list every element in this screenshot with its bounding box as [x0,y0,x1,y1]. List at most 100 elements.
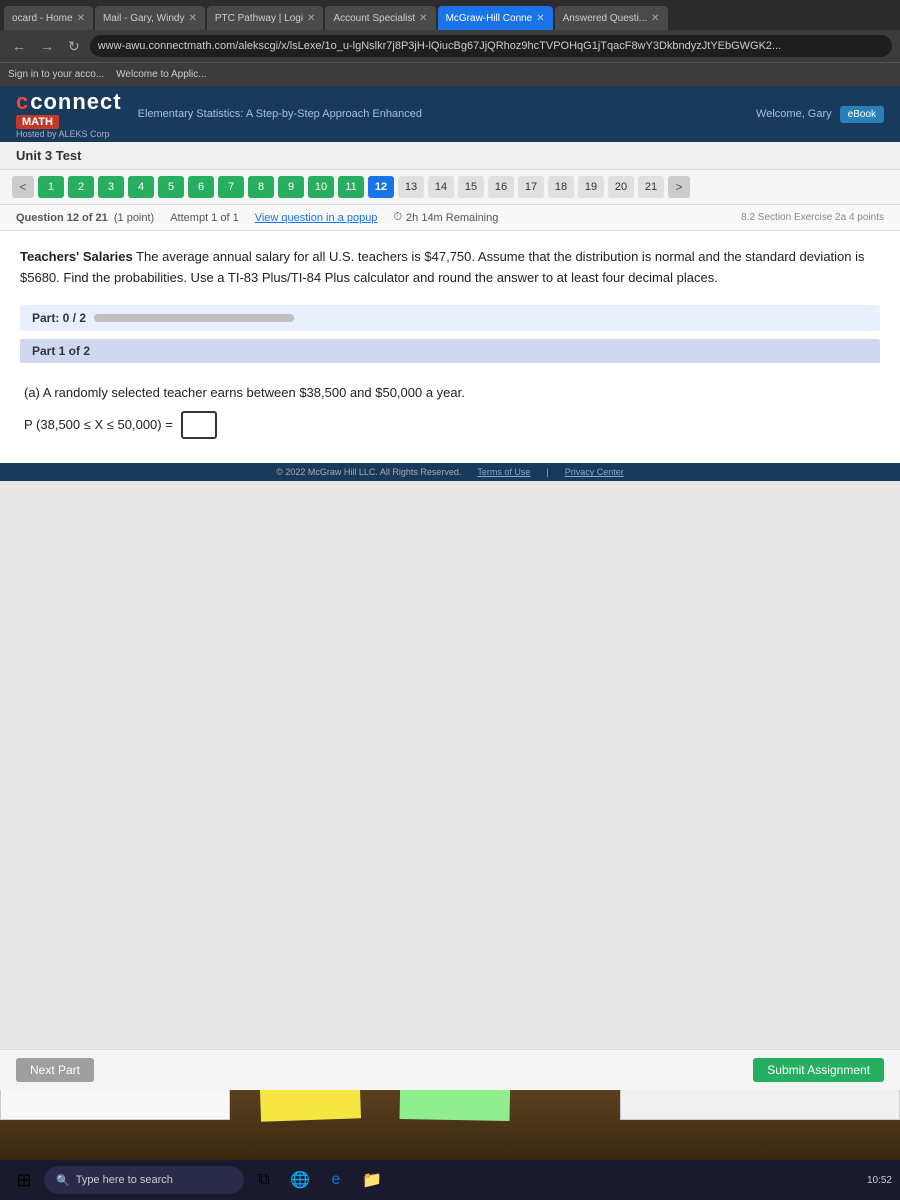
search-label: Type here to search [76,1174,173,1186]
logo-connect-text: connect [30,89,121,115]
submit-button[interactable]: Submit Assignment [753,1058,884,1082]
tab-mail[interactable]: Mail - Gary, Windy ✕ [95,6,205,30]
connect-logo: c connect MATH Hosted by ALEKS Corp [16,89,122,139]
q-num-18[interactable]: 18 [548,176,574,198]
taskbar: ⊞ 🔍 Type here to search ⧉ 🌐 e 📁 10:52 [0,1160,900,1200]
vital-records-col: VITAL RECORDS VR24001-0 BIRTH/DEATH CERT… [625,1090,895,1115]
sticky-note-radio: 102.9 FM 1090 AM [259,1090,361,1122]
part-progress-bar [94,314,294,322]
nav-arrow-right[interactable]: > [668,176,690,198]
reload-button[interactable]: ↻ [64,36,84,57]
page-content: c connect MATH Hosted by ALEKS Corp Elem… [0,86,900,1090]
bookmark-signin[interactable]: Sign in to your acco... [8,69,104,80]
question-body: Teachers' Salaries The average annual sa… [0,231,900,463]
clock-icon: ⏱ [393,211,402,224]
tab-bar: ocard - Home ✕ Mail - Gary, Windy ✕ PTC … [0,0,900,30]
close-tab-icon[interactable]: ✕ [651,13,659,24]
terms-link[interactable]: Terms of Use [477,467,530,477]
ebook-button[interactable]: eBook [840,106,884,123]
logo-c-icon: c [16,89,28,115]
close-tab-icon[interactable]: ✕ [188,13,196,24]
q-num-6[interactable]: 6 [188,176,214,198]
q-num-8[interactable]: 8 [248,176,274,198]
taskbar-files[interactable]: 📁 [356,1164,388,1196]
sticky-note-env: Environmental (227) 5915 [400,1090,511,1121]
taskbar-browser[interactable]: 🌐 [284,1164,316,1196]
q-num-21[interactable]: 21 [638,176,664,198]
question-navigator: < 1 2 3 4 5 6 7 8 9 10 11 12 13 14 15 16… [0,170,900,205]
q-num-17[interactable]: 17 [518,176,544,198]
header-right: Welcome, Gary eBook [756,106,884,123]
close-tab-icon[interactable]: ✕ [77,13,85,24]
desk-area: 18-2029 Birth: 2004-Present Death: 2005-… [0,1090,900,1160]
bottom-bar: Next Part Submit Assignment [0,1049,900,1090]
back-button[interactable]: ← [8,36,30,56]
bookmark-welcome[interactable]: Welcome to Applic... [116,69,206,80]
q-num-7[interactable]: 7 [218,176,244,198]
part-section-label: Part 1 of 2 [20,339,880,363]
forward-button[interactable]: → [36,36,58,56]
taskbar-edge[interactable]: e [320,1164,352,1196]
tab-answered[interactable]: Answered Questi... ✕ [555,6,668,30]
sub-question-text: (a) A randomly selected teacher earns be… [24,383,876,404]
q-num-10[interactable]: 10 [308,176,334,198]
math-badge: MATH [16,115,59,129]
welcome-text: Welcome, Gary [756,108,832,120]
close-tab-icon[interactable]: ✕ [419,13,427,24]
q-num-15[interactable]: 15 [458,176,484,198]
unit-label: Unit 3 Test [0,142,900,170]
q-num-20[interactable]: 20 [608,176,634,198]
app-subtitle: Elementary Statistics: A Step-by-Step Ap… [138,108,740,120]
answer-input[interactable] [181,411,217,439]
q-num-5[interactable]: 5 [158,176,184,198]
taskbar-search-box[interactable]: 🔍 Type here to search [44,1166,244,1194]
q-num-11[interactable]: 11 [338,176,364,198]
part-bar: Part: 0 / 2 [20,305,880,331]
sub-question: (a) A randomly selected teacher earns be… [20,375,880,448]
tab-mcgraw[interactable]: McGraw-Hill Conne ✕ [438,6,553,30]
info-card: 18-2029 Birth: 2004-Present Death: 2005-… [0,1090,230,1120]
question-number-label: Question 12 of 21 (1 point) [16,212,154,224]
close-tab-icon[interactable]: ✕ [536,13,544,24]
copyright-text: © 2022 McGraw Hill LLC. All Rights Reser… [276,467,461,477]
q-num-14[interactable]: 14 [428,176,454,198]
tab-ocard[interactable]: ocard - Home ✕ [4,6,93,30]
q-num-1[interactable]: 1 [38,176,64,198]
view-popup-link[interactable]: View question in a popup [255,212,378,224]
question-title: Teachers' Salaries [20,249,133,264]
q-num-16[interactable]: 16 [488,176,514,198]
q-num-12[interactable]: 12 [368,176,394,198]
part-label: Part: 0 / 2 [32,311,86,325]
q-num-4[interactable]: 4 [128,176,154,198]
footer-separator: | [546,467,548,477]
tab-ptc[interactable]: PTC Pathway | Logi ✕ [207,6,324,30]
address-bar-row: ← → ↻ [0,30,900,62]
question-info-bar: Question 12 of 21 (1 point) Attempt 1 of… [0,205,900,231]
privacy-link[interactable]: Privacy Center [565,467,624,477]
section-reference: 8.2 Section Exercise 2a 4 points [741,212,884,223]
tab-account[interactable]: Account Specialist ✕ [325,6,435,30]
q-num-13[interactable]: 13 [398,176,424,198]
vital-records-doc: VITAL RECORDS VR24001-0 BIRTH/DEATH CERT… [620,1090,900,1120]
nav-arrow-left[interactable]: < [12,176,34,198]
taskbar-time: 10:52 [867,1175,892,1186]
q-num-2[interactable]: 2 [68,176,94,198]
address-input[interactable] [90,35,892,57]
app-header: c connect MATH Hosted by ALEKS Corp Elem… [0,86,900,142]
browser-chrome: ocard - Home ✕ Mail - Gary, Windy ✕ PTC … [0,0,900,86]
q-num-3[interactable]: 3 [98,176,124,198]
question-text: Teachers' Salaries The average annual sa… [20,247,880,289]
taskbar-multitask[interactable]: ⧉ [248,1164,280,1196]
question-body-text: The average annual salary for all U.S. t… [20,249,865,285]
start-button[interactable]: ⊞ [8,1164,40,1196]
taskbar-right: 10:52 [867,1175,892,1186]
attempt-label: Attempt 1 of 1 [170,212,238,224]
q-num-19[interactable]: 19 [578,176,604,198]
bookmarks-bar: Sign in to your acco... Welcome to Appli… [0,62,900,86]
answer-area: P (38,500 ≤ X ≤ 50,000) = [24,411,876,439]
next-part-button[interactable]: Next Part [16,1058,94,1082]
timer: ⏱ 2h 14m Remaining [393,211,498,224]
close-tab-icon[interactable]: ✕ [307,13,315,24]
q-num-9[interactable]: 9 [278,176,304,198]
formula-text: P (38,500 ≤ X ≤ 50,000) = [24,415,173,436]
